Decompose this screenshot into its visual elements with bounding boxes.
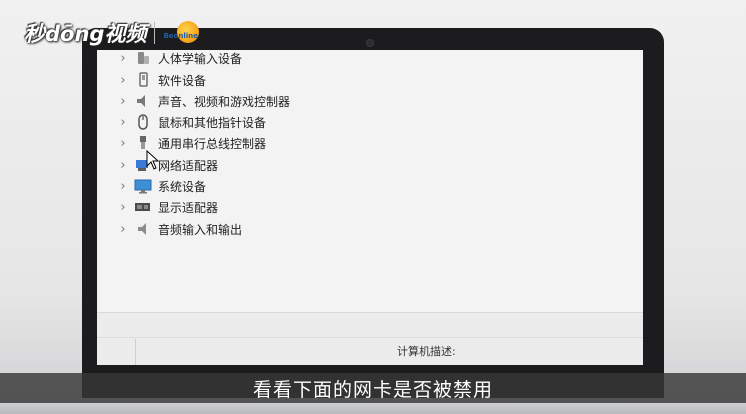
tree-item-label: 系统设备 xyxy=(158,179,207,194)
audio-io-icon xyxy=(134,220,152,238)
tree-item-label: 人体学输入设备 xyxy=(158,51,243,66)
computer-description-label: 计算机描述: xyxy=(397,345,456,358)
tree-item-label: 鼠标和其他指针设备 xyxy=(158,115,267,130)
tree-item-system-devices[interactable]: › 系统设备 xyxy=(97,176,497,196)
tree-item-label: 软件设备 xyxy=(158,73,207,88)
monitor-icon xyxy=(134,177,152,195)
tree-item-software-devices[interactable]: › 软件设备 xyxy=(97,70,497,90)
tree-item-label: 音频输入和输出 xyxy=(158,222,243,237)
tree-item-mice[interactable]: › 鼠标和其他指针设备 xyxy=(97,112,497,132)
tree-item-display-adapters[interactable]: › 显示适配器 xyxy=(97,197,497,217)
tree-item-label: 网络适配器 xyxy=(158,158,219,173)
expand-chevron-icon[interactable]: › xyxy=(118,155,128,175)
tree-item-hid[interactable]: › 人体学输入设备 xyxy=(97,50,497,68)
tree-item-audio-io[interactable]: › 音频输入和输出 xyxy=(97,219,497,239)
tree-item-label: 显示适配器 xyxy=(158,200,219,215)
laptop-screen: › 人体学输入设备 › 软件设备 › 声音、视频和游戏控制器 › 鼠标和其他指针… xyxy=(97,50,643,365)
tree-item-label: 通用串行总线控制器 xyxy=(158,136,267,151)
expand-chevron-icon[interactable]: › xyxy=(118,112,128,132)
tree-item-sound-video-game[interactable]: › 声音、视频和游戏控制器 xyxy=(97,91,497,111)
expand-chevron-icon[interactable]: › xyxy=(118,219,128,239)
mouse-pointer-icon xyxy=(146,149,160,174)
software-device-icon xyxy=(134,71,152,89)
logo-text: Beonline xyxy=(163,32,198,40)
expand-chevron-icon[interactable]: › xyxy=(118,133,128,153)
video-subtitle: 看看下面的网卡是否被禁用 xyxy=(252,378,493,401)
expand-chevron-icon[interactable]: › xyxy=(118,197,128,217)
expand-chevron-icon[interactable]: › xyxy=(118,176,128,196)
expand-chevron-icon[interactable]: › xyxy=(118,70,128,90)
hid-icon xyxy=(134,50,152,67)
mouse-icon xyxy=(134,113,152,131)
watermark-separator xyxy=(154,22,156,44)
expand-chevron-icon[interactable]: › xyxy=(118,50,128,68)
divider xyxy=(135,339,136,365)
subtitle-band: 看看下面的网卡是否被禁用 xyxy=(0,373,746,403)
partner-logo: Beonline xyxy=(163,20,215,46)
display-adapter-icon xyxy=(134,198,152,216)
tree-item-label: 声音、视频和游戏控制器 xyxy=(158,94,291,109)
divider xyxy=(97,337,643,338)
speaker-icon xyxy=(134,92,152,110)
video-watermark: 秒dōng视频 Beonline xyxy=(24,18,215,48)
expand-chevron-icon[interactable]: › xyxy=(118,91,128,111)
watermark-text: 秒dōng视频 xyxy=(24,22,147,46)
webcam-icon xyxy=(366,39,374,47)
properties-panel: 计算机描述: xyxy=(97,312,643,365)
